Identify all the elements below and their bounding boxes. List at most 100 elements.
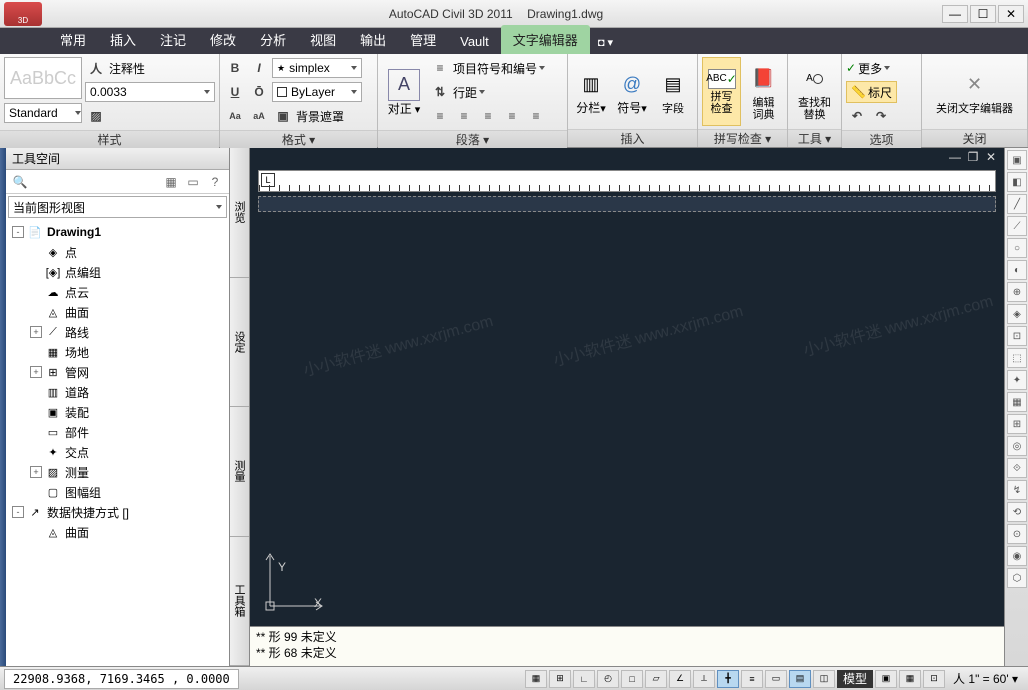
- tab-view[interactable]: 视图: [298, 25, 348, 54]
- toolspace-btn1-icon[interactable]: ▦: [161, 173, 181, 191]
- symbol-button[interactable]: @ 符号▾: [613, 57, 651, 126]
- uppercase-button[interactable]: Aa: [224, 106, 246, 126]
- tree-item[interactable]: ▦场地: [6, 342, 229, 362]
- snap-button[interactable]: ▦: [525, 670, 547, 688]
- tree-item[interactable]: ▭部件: [6, 422, 229, 442]
- lowercase-button[interactable]: aA: [248, 106, 270, 126]
- justify-button[interactable]: A 对正 ▾: [382, 57, 426, 127]
- italic-button[interactable]: I: [248, 58, 270, 78]
- canvas-restore-icon[interactable]: ❐: [966, 150, 980, 164]
- tab-annotate[interactable]: 注记: [148, 25, 198, 54]
- rtool-15[interactable]: ⟐: [1007, 458, 1027, 478]
- align-left-button[interactable]: ≡: [429, 106, 451, 126]
- dyn-button[interactable]: ╋: [717, 670, 739, 688]
- drawing-viewport[interactable]: 小小软件迷 www.xxrjm.com 小小软件迷 www.xxrjm.com …: [250, 212, 1004, 626]
- tree-item[interactable]: ▢图幅组: [6, 482, 229, 502]
- vtab-settings[interactable]: 设定: [230, 278, 249, 408]
- tab-modify[interactable]: 修改: [198, 25, 248, 54]
- rtool-20[interactable]: ⬡: [1007, 568, 1027, 588]
- tree-item[interactable]: ▣装配: [6, 402, 229, 422]
- polar-button[interactable]: ◴: [597, 670, 619, 688]
- tab-home[interactable]: 常用: [48, 25, 98, 54]
- close-editor-button[interactable]: ✕ 关闭文字编辑器: [930, 57, 1020, 126]
- rtool-17[interactable]: ⟲: [1007, 502, 1027, 522]
- underline-button[interactable]: U: [224, 82, 246, 102]
- spellcheck-button[interactable]: ABC✓ 拼写 检查: [702, 57, 741, 126]
- command-line[interactable]: ** 形 99 未定义 ** 形 68 未定义: [250, 626, 1004, 666]
- tree-item[interactable]: ▥道路: [6, 382, 229, 402]
- ruler-label[interactable]: 标尺: [868, 84, 892, 101]
- rtool-12[interactable]: ▦: [1007, 392, 1027, 412]
- tab-vault[interactable]: Vault: [448, 29, 501, 54]
- tree-item[interactable]: -📄Drawing1: [6, 222, 229, 242]
- rtool-19[interactable]: ◉: [1007, 546, 1027, 566]
- tree-item[interactable]: ◈点: [6, 242, 229, 262]
- tree-item[interactable]: ✦交点: [6, 442, 229, 462]
- more-options-button[interactable]: 更多: [858, 60, 882, 77]
- linespacing-label[interactable]: 行距: [453, 84, 477, 101]
- tree-toggle-icon[interactable]: +: [30, 366, 42, 378]
- rtool-10[interactable]: ⬚: [1007, 348, 1027, 368]
- rtool-3[interactable]: ╱: [1007, 194, 1027, 214]
- color-combo[interactable]: ByLayer: [272, 82, 362, 102]
- rtool-18[interactable]: ⊙: [1007, 524, 1027, 544]
- tpy-button[interactable]: ▭: [765, 670, 787, 688]
- rtool-7[interactable]: ⊕: [1007, 282, 1027, 302]
- otrack-button[interactable]: ∠: [669, 670, 691, 688]
- bold-button[interactable]: B: [224, 58, 246, 78]
- align-center-button[interactable]: ≡: [453, 106, 475, 126]
- rtool-6[interactable]: ◐: [1007, 260, 1027, 280]
- tab-analyze[interactable]: 分析: [248, 25, 298, 54]
- tree-toggle-icon[interactable]: -: [12, 506, 24, 518]
- align-right-button[interactable]: ≡: [477, 106, 499, 126]
- rtool-13[interactable]: ⊞: [1007, 414, 1027, 434]
- 3dosnap-button[interactable]: ▱: [645, 670, 667, 688]
- tree-item[interactable]: +⟋路线: [6, 322, 229, 342]
- maximize-button[interactable]: ☐: [970, 5, 996, 23]
- edit-dict-button[interactable]: 📕 编辑 词典: [744, 57, 783, 126]
- qp-button[interactable]: ▤: [789, 670, 811, 688]
- coordinate-display[interactable]: 22908.9368, 7169.3465 , 0.0000: [4, 669, 239, 689]
- mask-icon[interactable]: ▨: [85, 106, 107, 126]
- ruler-tab-marker[interactable]: L: [261, 173, 275, 187]
- rtool-9[interactable]: ⊡: [1007, 326, 1027, 346]
- font-combo[interactable]: ★simplex: [272, 58, 362, 78]
- tree-toggle-icon[interactable]: -: [12, 226, 24, 238]
- layout-btn1[interactable]: ▣: [875, 670, 897, 688]
- bullets-label[interactable]: 项目符号和编号: [453, 60, 537, 77]
- find-replace-button[interactable]: A 查找和 替换: [792, 57, 837, 126]
- layout-btn2[interactable]: ▦: [899, 670, 921, 688]
- rtool-11[interactable]: ✦: [1007, 370, 1027, 390]
- tree-item[interactable]: -↗数据快捷方式 []: [6, 502, 229, 522]
- toolspace-view-combo[interactable]: 当前图形视图: [8, 196, 227, 218]
- tree-item[interactable]: [◈]点编组: [6, 262, 229, 282]
- linespacing-icon[interactable]: ⇅: [429, 82, 451, 102]
- drawing-canvas[interactable]: — ❐ ✕ L 小小软件迷 www.xxrjm.com 小小软件迷 www.xx…: [250, 148, 1004, 666]
- rtool-5[interactable]: ○: [1007, 238, 1027, 258]
- rtool-8[interactable]: ◈: [1007, 304, 1027, 324]
- tree-item[interactable]: ◬曲面: [6, 302, 229, 322]
- canvas-minimize-icon[interactable]: —: [948, 150, 962, 164]
- vtab-toolbox[interactable]: 工具箱: [230, 537, 249, 667]
- rtool-14[interactable]: ◎: [1007, 436, 1027, 456]
- tab-insert[interactable]: 插入: [98, 25, 148, 54]
- tree-toggle-icon[interactable]: +: [30, 326, 42, 338]
- bgmask-icon[interactable]: ▣: [272, 106, 294, 126]
- undo-button[interactable]: ↶: [846, 106, 868, 126]
- text-style-combo[interactable]: Standard: [4, 103, 82, 123]
- tree-item[interactable]: ◬曲面: [6, 522, 229, 542]
- canvas-close-icon[interactable]: ✕: [984, 150, 998, 164]
- ducs-button[interactable]: ⟂: [693, 670, 715, 688]
- align-dist-button[interactable]: ≡: [525, 106, 547, 126]
- columns-button[interactable]: ▥ 分栏▾: [572, 57, 610, 126]
- lwt-button[interactable]: ≡: [741, 670, 763, 688]
- bgmask-label[interactable]: 背景遮罩: [296, 108, 344, 125]
- grid-button[interactable]: ⊞: [549, 670, 571, 688]
- rtool-16[interactable]: ↯: [1007, 480, 1027, 500]
- tree-item[interactable]: +⊞管网: [6, 362, 229, 382]
- layout-btn3[interactable]: ⊡: [923, 670, 945, 688]
- tab-output[interactable]: 输出: [348, 25, 398, 54]
- bullets-icon[interactable]: ≡: [429, 58, 451, 78]
- ruler-icon[interactable]: 📏: [851, 85, 866, 99]
- tab-extra-icon[interactable]: ◘ ▾: [590, 31, 621, 54]
